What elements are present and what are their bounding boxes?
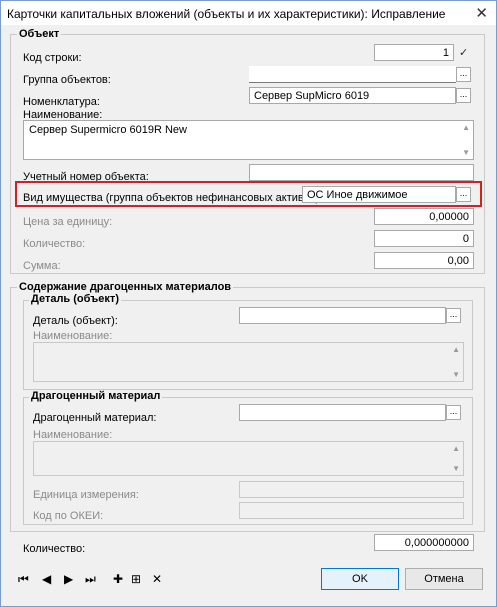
check-icon[interactable]: ✓ (459, 46, 468, 59)
next-record-icon[interactable]: ▶ (64, 572, 73, 586)
detail-select-button[interactable]: ... (446, 308, 461, 323)
okei-label: Код по ОКЕИ: (33, 510, 104, 522)
okei-input[interactable] (239, 502, 464, 519)
material-name-label: Наименование: (33, 429, 113, 441)
last-record-icon[interactable]: ⏭ (85, 572, 96, 587)
dialog-window: Карточки капитальных вложений (объекты и… (0, 0, 497, 607)
sum-input[interactable]: 0,00 (374, 252, 474, 269)
scroll-down-icon[interactable]: ▼ (452, 464, 460, 473)
row-code-label: Код строки: (23, 52, 82, 64)
property-type-input[interactable]: ОС Иное движимое (302, 186, 456, 203)
material-name-textarea[interactable]: ▲ ▼ (33, 441, 464, 476)
material-section-legend: Драгоценный материал (29, 390, 163, 402)
object-group-label: Группа объектов: (23, 74, 111, 86)
scroll-down-icon[interactable]: ▼ (452, 370, 460, 379)
object-group-input[interactable] (249, 66, 456, 83)
material-quantity-input[interactable]: 0,000000000 (374, 534, 474, 551)
name-textarea[interactable]: Сервер Supermicro 6019R New ▲ ▼ (23, 120, 474, 160)
add-icon[interactable]: ✚ (113, 572, 123, 586)
close-icon[interactable]: ✕ (475, 4, 488, 22)
object-section-legend: Объект (17, 28, 62, 40)
material-label: Драгоценный материал: (33, 412, 157, 424)
property-type-label: Вид имущества (группа объектов нефинансо… (23, 192, 323, 204)
detail-name-textarea[interactable]: ▲ ▼ (33, 342, 464, 382)
sum-label: Сумма: (23, 260, 61, 272)
property-type-select-button[interactable]: ... (456, 187, 471, 202)
material-quantity-label: Количество: (23, 543, 86, 555)
unit-label: Единица измерения: (33, 489, 139, 501)
cancel-button[interactable]: Отмена (405, 568, 483, 590)
material-select-button[interactable]: ... (446, 405, 461, 420)
row-code-input[interactable]: 1 (374, 44, 454, 61)
scroll-down-icon[interactable]: ▼ (462, 148, 470, 157)
quantity-input[interactable]: 0 (374, 230, 474, 247)
unit-price-input[interactable]: 0,00000 (374, 208, 474, 225)
scroll-up-icon[interactable]: ▲ (452, 345, 460, 354)
precious-section-legend: Содержание драгоценных материалов (17, 281, 234, 293)
object-group-select-button[interactable]: ... (456, 67, 471, 82)
detail-label: Деталь (объект): (33, 315, 118, 327)
unit-input[interactable] (239, 481, 464, 498)
detail-input[interactable] (239, 307, 446, 324)
detail-section-legend: Деталь (объект) (29, 293, 121, 305)
add-copy-icon[interactable]: ⊞ (131, 572, 141, 586)
material-input[interactable] (239, 404, 446, 421)
account-number-input[interactable] (249, 164, 474, 181)
window-title: Карточки капитальных вложений (объекты и… (7, 7, 446, 21)
name-text: Сервер Supermicro 6019R New (29, 124, 187, 136)
detail-name-label: Наименование: (33, 330, 113, 342)
quantity-label: Количество: (23, 238, 86, 250)
ok-button[interactable]: OK (321, 568, 399, 590)
first-record-icon[interactable]: ⏮ (18, 572, 29, 587)
delete-icon[interactable]: ✕ (152, 572, 162, 586)
nomenclature-label: Номенклатура: (23, 96, 100, 108)
nomenclature-input[interactable]: Сервер SupMicro 6019 (249, 87, 456, 104)
nomenclature-select-button[interactable]: ... (456, 88, 471, 103)
prev-record-icon[interactable]: ◀ (42, 572, 51, 586)
title-bar: Карточки капитальных вложений (объекты и… (1, 1, 496, 25)
unit-price-label: Цена за единицу: (23, 216, 113, 228)
scroll-up-icon[interactable]: ▲ (452, 444, 460, 453)
scroll-up-icon[interactable]: ▲ (462, 123, 470, 132)
